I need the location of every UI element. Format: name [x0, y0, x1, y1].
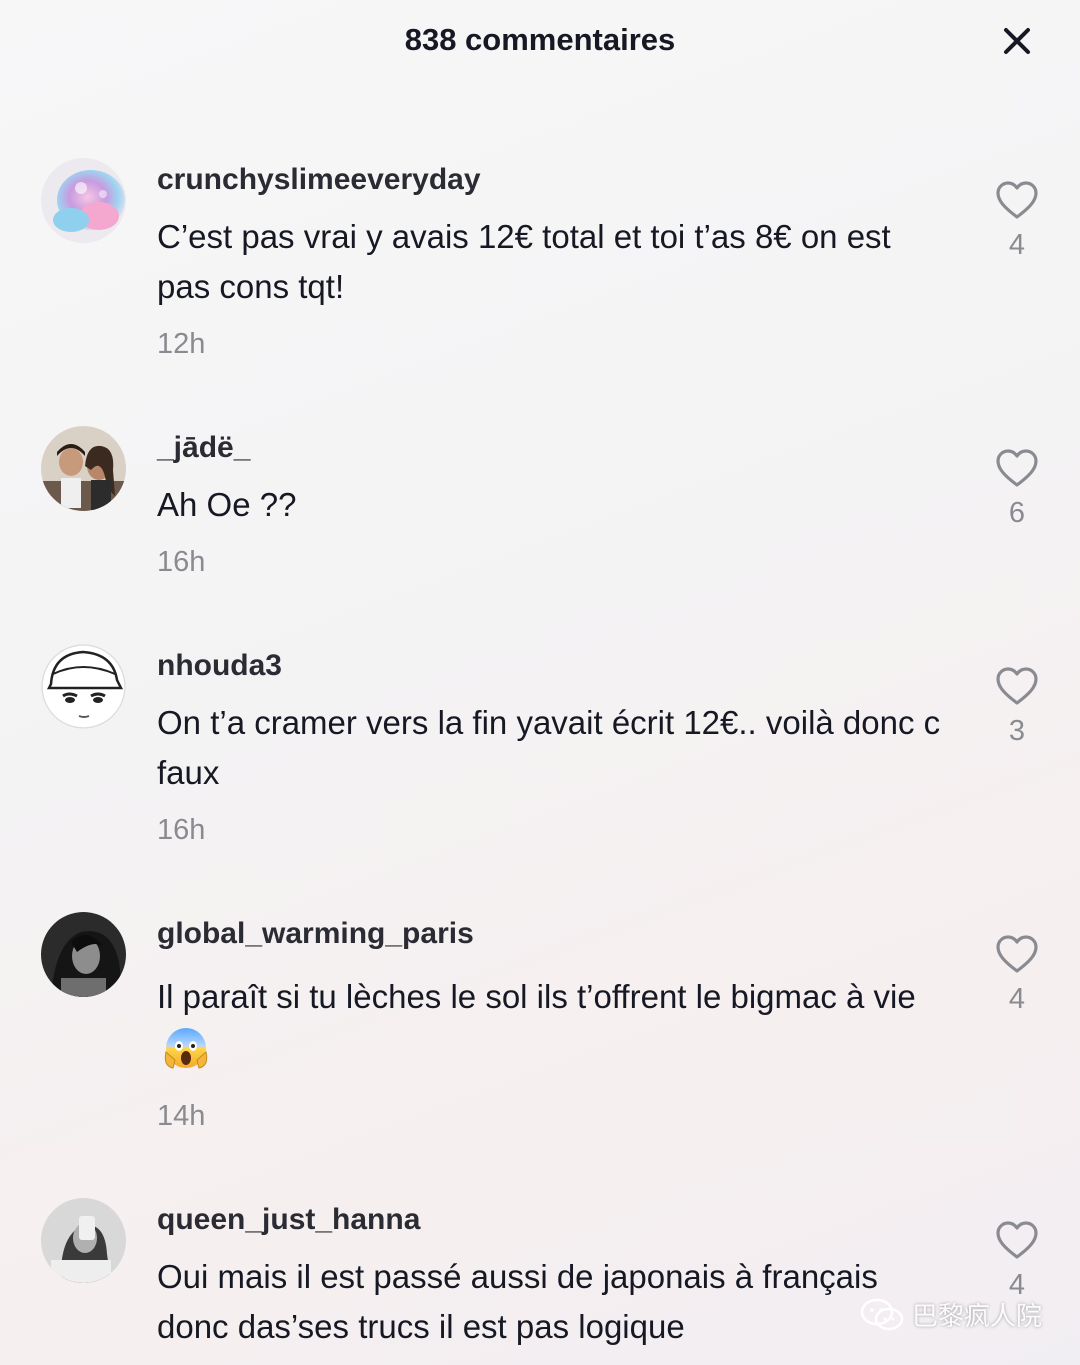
comments-count-title: 838 commentaires — [404, 22, 676, 57]
heart-outline-icon — [996, 181, 1038, 219]
avatar[interactable] — [41, 1198, 126, 1283]
comments-header: 838 commentaires — [0, 0, 1080, 80]
comment-time: 16h — [157, 546, 206, 578]
heart-outline-icon — [996, 935, 1038, 973]
avatar[interactable] — [41, 644, 126, 729]
heart-outline-icon — [996, 1221, 1038, 1259]
comment-text: Oui mais il est passé aussi de japonais … — [157, 1258, 878, 1345]
comment-text-content: Il paraît si tu lèches le sol ils t’offr… — [157, 978, 916, 1015]
close-icon — [1004, 28, 1030, 54]
like-count: 4 — [1008, 983, 1026, 1015]
comment-text: Ah Oe ?? — [157, 486, 297, 523]
comment-username[interactable]: nhouda3 — [157, 646, 947, 686]
screaming-face-emoji — [163, 1024, 209, 1090]
comment-username[interactable]: crunchyslimeeveryday — [157, 160, 947, 200]
comment-username[interactable]: _jādë_ — [157, 428, 947, 468]
like-button[interactable]: 4 — [990, 1220, 1044, 1303]
comment-username[interactable]: queen_just_hanna — [157, 1200, 947, 1240]
like-count: 6 — [1008, 497, 1026, 529]
avatar[interactable] — [41, 158, 126, 243]
comment-username[interactable]: global_warming_paris — [157, 914, 947, 954]
like-button[interactable]: 6 — [990, 448, 1044, 531]
comment-time: 12h — [157, 328, 206, 360]
watermark: 巴黎疯人院 — [860, 1296, 1042, 1333]
like-count: 4 — [1008, 229, 1026, 261]
heart-outline-icon — [996, 667, 1038, 705]
heart-outline-icon — [996, 449, 1038, 487]
wechat-icon — [860, 1298, 904, 1330]
avatar[interactable] — [41, 426, 126, 511]
comment-text: Il paraît si tu lèches le sol ils t’offr… — [157, 966, 947, 1090]
comment-text: On t’a cramer vers la fin yavait écrit 1… — [157, 704, 941, 791]
like-button[interactable]: 4 — [990, 934, 1044, 1017]
comment-time: 16h — [157, 814, 206, 846]
close-button[interactable] — [996, 20, 1038, 62]
watermark-text: 巴黎疯人院 — [912, 1301, 1043, 1331]
like-button[interactable]: 4 — [990, 180, 1044, 263]
like-button[interactable]: 3 — [990, 666, 1044, 749]
like-count: 3 — [1008, 715, 1026, 747]
comment-time: 14h — [157, 1100, 206, 1133]
comment-text: C’est pas vrai y avais 12€ total et toi … — [157, 218, 891, 305]
avatar[interactable] — [41, 912, 126, 997]
